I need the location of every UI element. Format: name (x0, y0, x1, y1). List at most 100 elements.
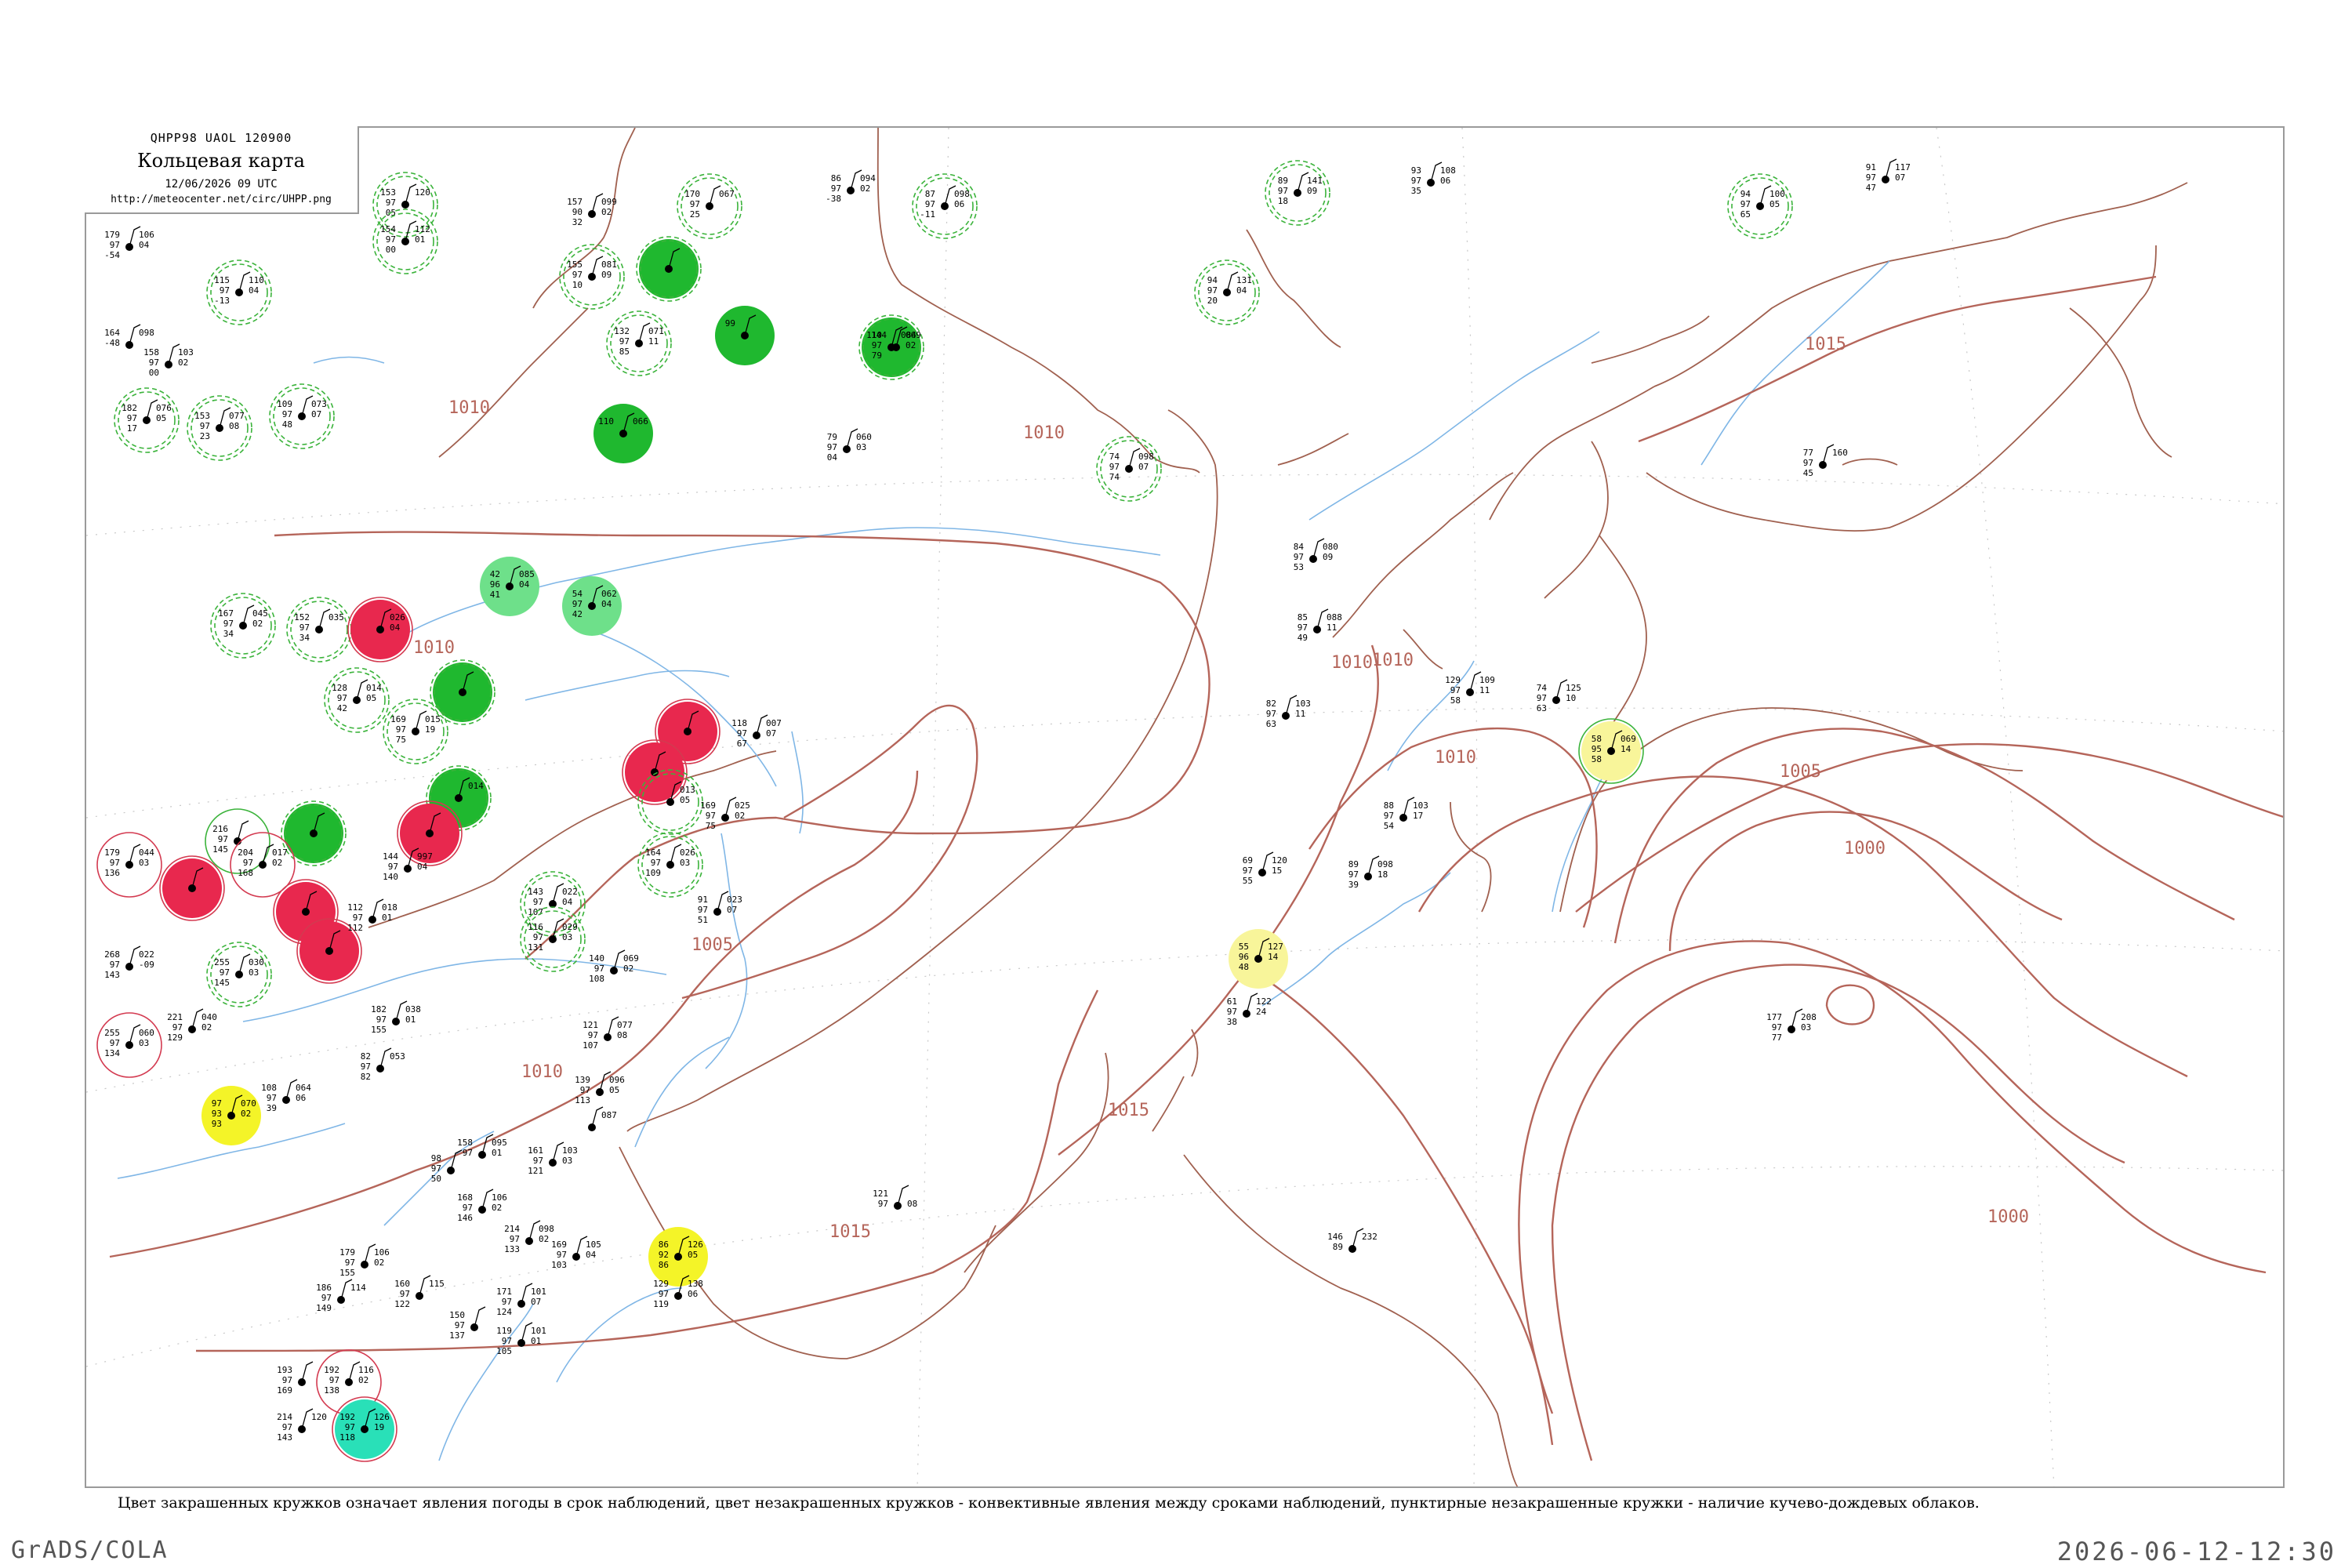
station-plot[interactable] (636, 236, 702, 302)
station-pressure: 04 (417, 862, 428, 872)
station-plot[interactable]: 1299758 10911 (1445, 671, 1495, 706)
station-plot[interactable]: 1559710 08109 (559, 244, 625, 310)
station-pressure: 117 (1895, 162, 1911, 172)
station-plot[interactable]: 087 (588, 1106, 617, 1131)
station-plot[interactable]: 11697131 02903 (520, 906, 586, 972)
isobar-label: 1015 (1805, 335, 1846, 354)
station-plot[interactable]: 949765 10005 (1727, 173, 1793, 239)
station-plot[interactable]: 02604 (347, 597, 413, 662)
station-plot[interactable]: 919751 02307 (698, 891, 742, 925)
station-plot[interactable]: 939735 10806 (1411, 162, 1456, 196)
station-plot[interactable]: 799704 06003 (827, 428, 872, 463)
station-plot[interactable]: 829763 10311 (1266, 695, 1311, 729)
station-pressure: 11 (1327, 622, 1337, 633)
station-plot[interactable]: 16197121 10303 (528, 1142, 578, 1176)
station-plot[interactable]: 1679734 04502 (210, 593, 276, 659)
station-plot[interactable] (281, 800, 347, 866)
station-plot[interactable]: 17997155 10602 (339, 1243, 390, 1278)
station-plot[interactable]: 11597-13 11004 (206, 260, 272, 325)
station-plot[interactable]: 1709725 067 (677, 173, 742, 239)
station-plot[interactable]: 15097137 (449, 1306, 486, 1341)
station-plot[interactable]: 889754 10317 (1384, 797, 1428, 831)
station-plot[interactable]: 17997-54 10604 (104, 226, 154, 260)
station-plot[interactable]: 1529734 035 (286, 597, 352, 662)
station-plot[interactable]: 1099748 07307 (269, 383, 335, 449)
station-plot[interactable]: 1289742 01405 (324, 667, 390, 733)
station-value: 97 (396, 724, 406, 735)
station-plot[interactable]: 1329785 07111 (606, 310, 672, 376)
station-value: 109 (277, 399, 292, 409)
station-plot[interactable]: 1699775 01519 (383, 699, 448, 764)
station-plot[interactable]: 12197 08 (873, 1185, 917, 1210)
station-plot[interactable]: 11997105 10101 (496, 1322, 546, 1356)
station-plot[interactable]: 16897146 10602 (457, 1189, 507, 1223)
station-plot[interactable]: 17197124 10107 (496, 1283, 546, 1317)
station-plot[interactable]: 14097108 06902 (589, 949, 639, 984)
weather-map[interactable]: 1010 1010 1010 1010 1005 1005 1000 1000 … (85, 126, 2285, 1488)
station-plot[interactable]: 16997103 10504 (551, 1236, 601, 1270)
station-plot[interactable]: 164-48 098 (104, 324, 154, 349)
station-value: 97 (376, 1014, 387, 1025)
station-plot[interactable]: 22197129 04002 (167, 1008, 217, 1043)
station-pressure: 116 (358, 1365, 374, 1375)
station-plot[interactable]: 1779777 20803 (1766, 1008, 1817, 1043)
station-plot[interactable]: 25597134 06003 (96, 1012, 162, 1078)
station-plot[interactable]: 16497109 02603 (637, 832, 703, 898)
station-plot[interactable]: 26897143 022-09 (104, 946, 154, 980)
station-plot[interactable]: 97939307002 (201, 1086, 261, 1145)
station-plot[interactable]: 779745 160 (1803, 444, 1848, 478)
station-plot[interactable]: 18697149 114 (316, 1279, 366, 1313)
station-plot[interactable]: 8697-38 09402 (826, 169, 876, 204)
station-pressure: 105 (586, 1240, 601, 1250)
station-value: 169 (700, 800, 716, 811)
station-plot[interactable]: 16097122 115 (394, 1275, 445, 1309)
station-plot[interactable]: 19397169 (277, 1361, 314, 1396)
station-plot[interactable]: 1539723 07708 (187, 395, 252, 461)
station-plot[interactable]: 1589700 10302 (143, 343, 194, 378)
map-canvas[interactable]: 1010 1010 1010 1010 1005 1005 1000 1000 … (86, 128, 2285, 1488)
station-plot[interactable]: 11297112 01801 (347, 898, 397, 933)
station-pressure: 14 (1621, 744, 1632, 754)
station-plot[interactable]: 19297118 12619 (332, 1396, 397, 1462)
station-value: 153 (194, 411, 210, 421)
station-plot[interactable]: 749774 09807 (1096, 436, 1162, 502)
station-plot[interactable] (622, 739, 688, 805)
station-plot[interactable]: 829782 053 (361, 1047, 405, 1082)
station-plot[interactable]: 21497133 09802 (504, 1220, 554, 1254)
station-plot[interactable]: 15897 09501 (457, 1134, 507, 1159)
station-plot[interactable]: 13997113 09605 (575, 1071, 625, 1105)
station-plot[interactable]: 99 (715, 306, 775, 365)
station-plot[interactable]: 1829717 07605 (114, 387, 180, 453)
station-plot[interactable]: 919747 11707 (1866, 158, 1911, 193)
station-plot[interactable]: 1549700 11201 (372, 209, 438, 274)
station-plot[interactable]: 18297155 03801 (371, 1000, 421, 1035)
station-plot[interactable]: 559648 12714 (1229, 929, 1288, 989)
station-plot[interactable]: 589558 06914 (1578, 718, 1644, 784)
station-plot[interactable]: 549742 06204 (562, 576, 622, 636)
station-plot[interactable] (159, 855, 225, 921)
station-plot[interactable]: 21497143 120 (277, 1408, 327, 1443)
station-value: -48 (104, 338, 120, 348)
station-pressure: 060 (856, 432, 872, 442)
station-plot[interactable]: 1189767 00707 (731, 714, 782, 749)
station-value: 97 (502, 1336, 512, 1346)
station-plot[interactable]: 25597145 03003 (206, 942, 272, 1007)
station-plot[interactable]: 1699775 02502 (700, 797, 750, 831)
station-plot[interactable]: 17997136 04403 (96, 832, 162, 898)
station-plot[interactable]: 899718 14109 (1265, 160, 1330, 226)
station-plot[interactable]: 14689 232 (1327, 1228, 1377, 1253)
station-plot[interactable]: 8797-11 09806 (912, 173, 978, 239)
map-url[interactable]: http://meteocenter.net/circ/UHPP.png (85, 194, 358, 205)
station-plot[interactable]: 849753 08009 (1294, 538, 1338, 572)
station-plot[interactable]: 859749 08811 (1298, 608, 1342, 643)
station-plot[interactable]: 619738 12224 (1227, 993, 1272, 1027)
station-plot[interactable]: 699755 12015 (1243, 851, 1287, 886)
station-plot[interactable]: 899739 09818 (1348, 855, 1393, 890)
station-plot[interactable]: 110 066 (593, 404, 653, 463)
station-plot[interactable]: 1089739 06406 (261, 1079, 311, 1113)
station-value: 10 (572, 280, 583, 290)
station-plot[interactable]: 949720 13104 (1194, 260, 1260, 325)
station-plot[interactable]: 12197107 07708 (583, 1016, 633, 1051)
station-plot[interactable]: 869286 12605 (648, 1227, 708, 1287)
station-plot[interactable]: 429641 08504 (480, 557, 539, 616)
